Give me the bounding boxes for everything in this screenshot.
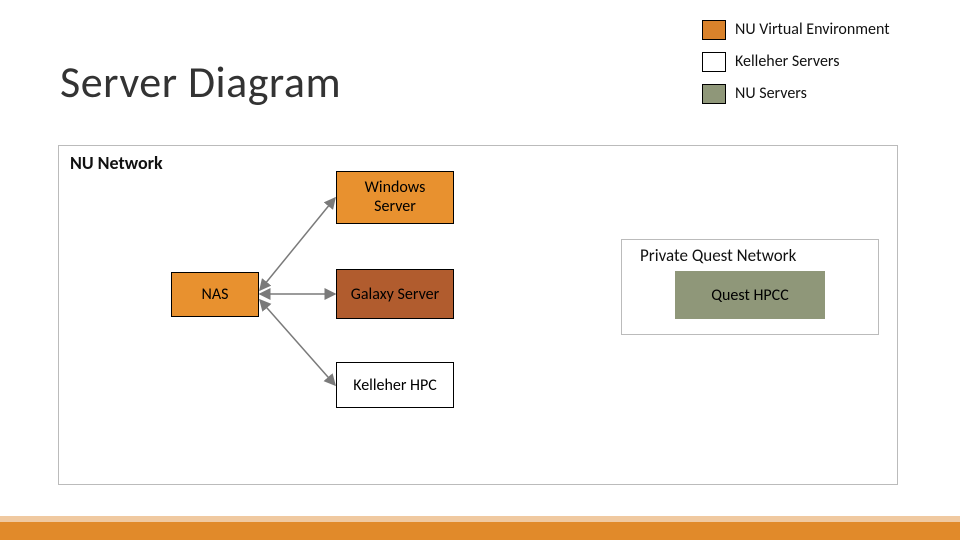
node-quest-hpcc: Quest HPCC	[675, 271, 825, 319]
legend-swatch-nu-virtual	[702, 20, 726, 40]
legend-label-nu-servers: NU Servers	[735, 84, 807, 103]
node-windows-server: Windows Server	[336, 171, 454, 224]
accent-bar	[0, 522, 960, 540]
legend-label-kelleher: Kelleher Servers	[735, 52, 839, 71]
node-nas: NAS	[171, 272, 259, 317]
group-nu-network-label: NU Network	[70, 152, 163, 174]
group-private-quest-label: Private Quest Network	[640, 245, 796, 266]
node-kelleher-hpc: Kelleher HPC	[336, 362, 454, 408]
diagram-stage: Server Diagram NU Virtual Environment Ke…	[0, 0, 960, 540]
page-title: Server Diagram	[60, 55, 341, 109]
legend-swatch-nu-servers	[702, 84, 726, 104]
node-galaxy-server: Galaxy Server	[336, 269, 454, 319]
legend-label-nu-virtual: NU Virtual Environment	[735, 20, 890, 39]
legend-swatch-kelleher	[702, 52, 726, 72]
